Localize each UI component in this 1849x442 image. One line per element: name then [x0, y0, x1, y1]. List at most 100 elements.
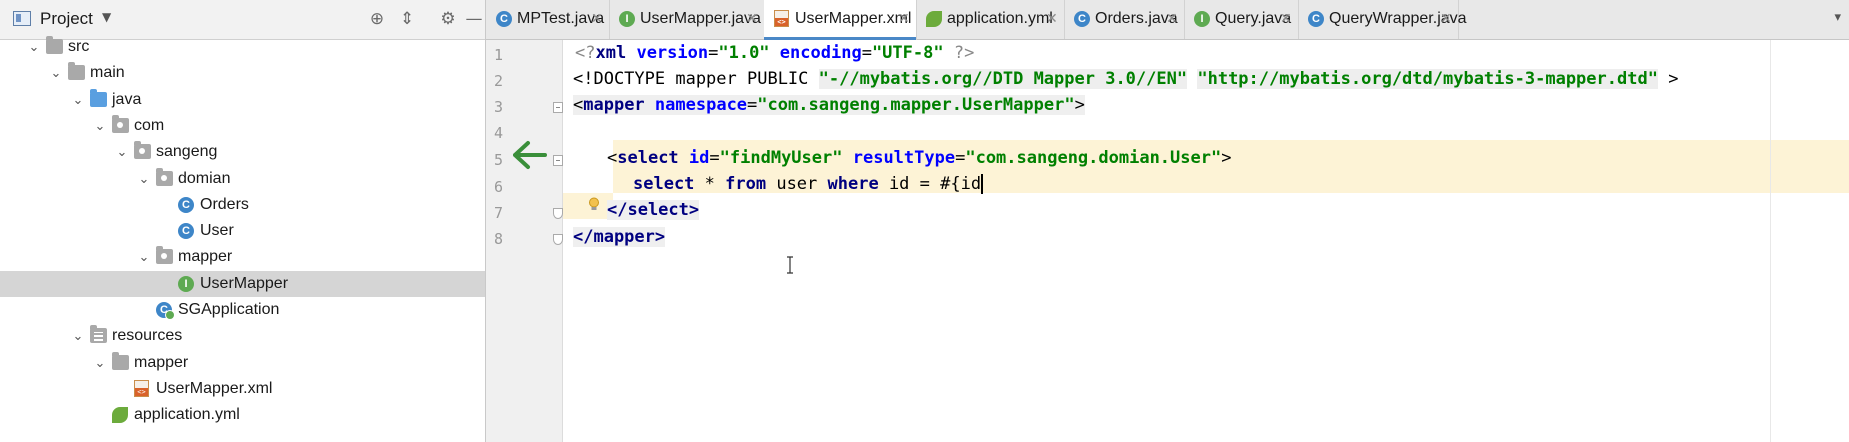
lightbulb-icon[interactable]: [588, 197, 600, 212]
folder-icon: [68, 62, 85, 80]
close-icon[interactable]: ✕: [746, 10, 758, 27]
close-icon[interactable]: ✕: [1440, 10, 1452, 27]
class-icon: C: [178, 223, 194, 239]
close-icon[interactable]: ✕: [1280, 10, 1292, 27]
tree-item[interactable]: ⌄ domian: [0, 166, 485, 192]
line-number: 1: [494, 46, 504, 64]
tree-item[interactable]: ⌄ java: [0, 87, 485, 113]
chevron-down-icon[interactable]: ⌄: [92, 114, 108, 138]
tree-item[interactable]: C User: [0, 218, 485, 244]
package-icon: [134, 141, 151, 159]
tree-item-label: Orders: [200, 196, 249, 213]
line-number: 3: [494, 98, 504, 116]
code-line-8: </mapper>: [573, 227, 666, 247]
resources-folder-icon: [90, 325, 107, 343]
package-icon: [112, 115, 129, 133]
tree-item[interactable]: ⌄ sangeng: [0, 139, 485, 165]
line-number: 7: [494, 204, 504, 222]
tree-item[interactable]: application.yml: [0, 402, 485, 428]
chevron-down-icon[interactable]: ▾: [1834, 10, 1841, 25]
chevron-down-icon[interactable]: ⌄: [70, 88, 86, 112]
tree-item[interactable]: ⌄ mapper: [0, 244, 485, 270]
editor-tab[interactable]: UserMapper.xml✕: [764, 0, 917, 40]
chevron-down-icon[interactable]: ⌄: [92, 351, 108, 375]
editor-tab[interactable]: I Query.java ✕: [1184, 0, 1299, 39]
tree-item[interactable]: ⌄ main: [0, 60, 485, 86]
fold-marker-icon[interactable]: [553, 208, 563, 219]
hide-icon[interactable]: —: [463, 8, 485, 30]
yaml-file-icon: [926, 11, 942, 27]
project-tool-window: Project ▼ ⊕ ⇕ ⚙ — ⌄ src ⌄ main ⌄ java ⌄ com ⌄ san…: [0, 0, 486, 442]
source-folder-icon: [90, 89, 107, 107]
editor-tab[interactable]: C MPTest.java ✕: [486, 0, 610, 39]
tree-item-label: UserMapper: [200, 275, 289, 292]
tree-item[interactable]: C Orders: [0, 192, 485, 218]
editor-tab[interactable]: C QueryWrapper.java ✕: [1298, 0, 1467, 39]
code-line-7: </select>: [607, 200, 700, 220]
tree-item-label: UserMapper.xml: [156, 380, 273, 397]
tree-item[interactable]: ⌄ src: [0, 34, 485, 60]
close-icon[interactable]: ✕: [591, 10, 603, 27]
tree-item[interactable]: I UserMapper: [0, 271, 485, 297]
tree-item[interactable]: ⌄ resources: [0, 323, 485, 349]
navigate-to-method-icon[interactable]: [513, 140, 547, 170]
tree-item-label: sangeng: [156, 143, 218, 160]
tab-label: UserMapper.xml: [795, 10, 912, 27]
class-icon: C: [496, 11, 512, 27]
fold-marker-icon[interactable]: [553, 155, 563, 166]
editor-gutter: 1 2 3 4 5 6 7 8: [486, 40, 563, 442]
line-number: 5: [494, 151, 504, 169]
project-title[interactable]: Project: [40, 9, 93, 29]
fold-marker-icon[interactable]: [553, 234, 563, 245]
yaml-file-icon: [112, 407, 128, 423]
code-editor[interactable]: <?xml version="1.0" encoding="UTF-8" ?> …: [563, 40, 1849, 442]
xml-file-icon: [134, 380, 149, 397]
tree-item-label: application.yml: [134, 406, 240, 423]
tree-item[interactable]: ⌄ com: [0, 113, 485, 139]
tree-item-label: SGApplication: [178, 301, 280, 318]
chevron-down-icon[interactable]: ⌄: [48, 61, 64, 85]
chevron-down-icon[interactable]: ⌄: [70, 324, 86, 348]
chevron-down-icon[interactable]: ⌄: [136, 245, 152, 269]
tree-item-label: main: [90, 64, 125, 81]
class-icon: C: [178, 197, 194, 213]
interface-icon: I: [619, 11, 635, 27]
chevron-down-icon[interactable]: ⌄: [114, 140, 130, 164]
class-icon: C: [1074, 11, 1090, 27]
tree-item[interactable]: C SGApplication: [0, 297, 485, 323]
close-icon[interactable]: ✕: [1166, 10, 1178, 27]
tab-label: application.yml: [947, 10, 1053, 27]
collapse-all-icon[interactable]: ⇕: [396, 8, 418, 30]
package-icon: [156, 246, 173, 264]
interface-icon: I: [178, 276, 194, 292]
tree-item-label: User: [200, 222, 234, 239]
tree-item-label: mapper: [178, 248, 233, 265]
mouse-ibeam-icon: [787, 256, 793, 274]
package-icon: [156, 168, 173, 186]
chevron-down-icon[interactable]: ⌄: [26, 35, 42, 59]
close-icon[interactable]: ✕: [1046, 10, 1058, 27]
line-number: 8: [494, 230, 504, 248]
code-line-6: select * from user where id = #{id: [633, 174, 984, 194]
tree-item[interactable]: UserMapper.xml: [0, 376, 485, 402]
editor-tab[interactable]: C Orders.java ✕: [1064, 0, 1185, 39]
editor-tab[interactable]: application.yml ✕: [916, 0, 1065, 39]
code-line-2: <!DOCTYPE mapper PUBLIC "-//mybatis.org/…: [573, 69, 1679, 89]
gear-icon[interactable]: ⚙: [437, 8, 459, 30]
chevron-down-icon[interactable]: ▼: [102, 10, 111, 24]
folder-icon: [46, 36, 63, 54]
spring-boot-class-icon: C: [156, 302, 175, 320]
line-number: 6: [494, 178, 504, 196]
tree-item-label: mapper: [134, 354, 189, 371]
line-number: 2: [494, 72, 504, 90]
locate-icon[interactable]: ⊕: [366, 8, 388, 30]
xml-file-icon: [774, 10, 789, 27]
chevron-down-icon[interactable]: ⌄: [136, 167, 152, 191]
editor-tab[interactable]: I UserMapper.java ✕: [609, 0, 765, 39]
tab-label: UserMapper.java: [640, 10, 761, 27]
fold-marker-icon[interactable]: [553, 102, 563, 113]
tree-item[interactable]: ⌄ mapper: [0, 350, 485, 376]
code-line-3: <mapper namespace="com.sangeng.mapper.Us…: [573, 95, 1085, 115]
close-icon[interactable]: ✕: [898, 10, 910, 27]
folder-icon: [112, 352, 129, 370]
